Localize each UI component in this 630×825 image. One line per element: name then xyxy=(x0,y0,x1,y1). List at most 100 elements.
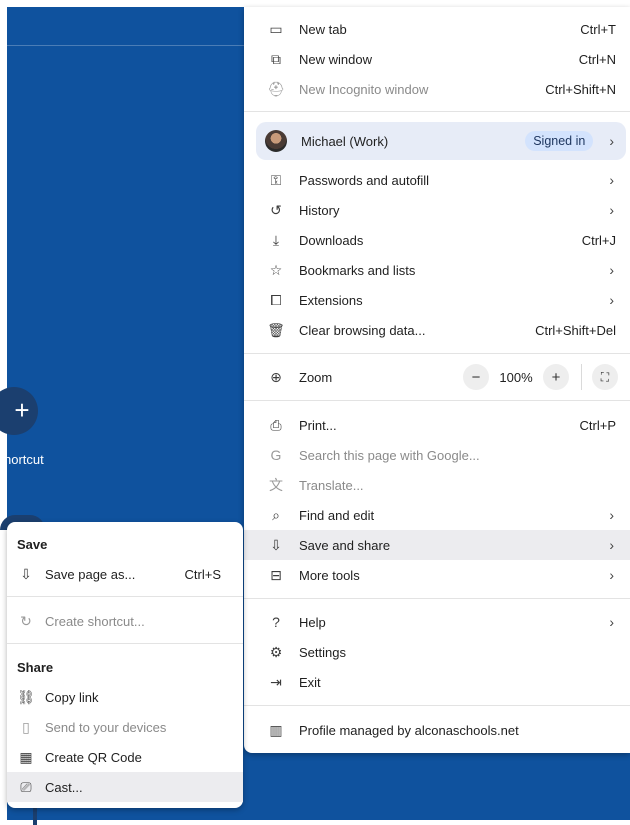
submenu-item-send-to-devices[interactable]: ▯ Send to your devices xyxy=(7,712,243,742)
menu-separator xyxy=(244,353,630,354)
gear-icon: ⚙ xyxy=(269,643,283,660)
menu-item-translate[interactable]: 文 Translate... xyxy=(244,470,630,500)
menu-item-new-tab[interactable]: ▭ New tab Ctrl+T xyxy=(244,14,630,44)
add-shortcut-label: hortcut xyxy=(4,452,44,467)
menu-separator xyxy=(7,596,243,597)
menu-item-label: Clear browsing data... xyxy=(299,322,426,338)
star-icon: ☆ xyxy=(269,261,283,278)
chevron-right-icon: › xyxy=(609,507,614,523)
chevron-right-icon: › xyxy=(609,537,614,553)
background-divider xyxy=(7,45,247,46)
new-tab-icon: ▭ xyxy=(269,20,283,37)
menu-item-managed-profile[interactable]: ▥ Profile managed by alconaschools.net xyxy=(244,715,630,745)
chevron-right-icon: › xyxy=(609,172,614,188)
shortcut-icon: ↻ xyxy=(20,612,32,629)
menu-item-label: Save and share xyxy=(299,537,391,553)
plus-icon: + xyxy=(14,395,30,425)
menu-item-shortcut: Ctrl+S xyxy=(184,566,221,582)
zoom-in-button[interactable]: + xyxy=(543,364,569,390)
menu-item-label: More tools xyxy=(299,567,360,583)
zoom-out-button[interactable]: − xyxy=(463,364,489,390)
menu-item-shortcut: Ctrl+Shift+N xyxy=(545,81,616,97)
menu-item-label: Extensions xyxy=(299,292,363,308)
menu-separator xyxy=(244,705,630,706)
profile-item[interactable]: Michael (Work) Signed in › xyxy=(256,122,626,160)
menu-item-shortcut: Ctrl+P xyxy=(579,417,616,433)
chevron-right-icon: › xyxy=(609,262,614,278)
menu-item-save-and-share[interactable]: ⇩ Save and share › xyxy=(244,530,630,560)
trash-icon: 🗑 xyxy=(267,321,285,338)
menu-item-label: Settings xyxy=(299,644,346,660)
chevron-right-icon: › xyxy=(609,292,614,308)
menu-item-shortcut: Ctrl+T xyxy=(580,21,616,37)
menu-item-label: New tab xyxy=(299,21,347,37)
menu-item-label: History xyxy=(299,202,340,218)
menu-item-print[interactable]: ⎙ Print... Ctrl+P xyxy=(244,410,630,440)
menu-item-more-tools[interactable]: ⊟ More tools › xyxy=(244,560,630,590)
submenu-item-save-page-as[interactable]: ⇩ Save page as... Ctrl+S xyxy=(7,559,243,589)
menu-item-label: Save page as... xyxy=(45,566,136,582)
menu-item-label: Copy link xyxy=(45,689,99,705)
chevron-right-icon: › xyxy=(609,202,614,218)
menu-item-settings[interactable]: ⚙ Settings xyxy=(244,637,630,667)
devices-icon: ▯ xyxy=(22,718,30,735)
menu-item-shortcut: Ctrl+Shift+Del xyxy=(535,322,616,338)
menu-item-label: Search this page with Google... xyxy=(299,447,480,463)
toolbox-icon: ⊟ xyxy=(270,566,282,583)
menu-separator xyxy=(244,400,630,401)
menu-item-help[interactable]: ? Help › xyxy=(244,607,630,637)
menu-item-new-window[interactable]: ⧉ New window Ctrl+N xyxy=(244,44,630,74)
save-and-share-submenu: Save ⇩ Save page as... Ctrl+S ↻ Create s… xyxy=(7,522,243,808)
key-icon: ⚿ xyxy=(270,171,282,188)
translate-icon: 文 xyxy=(269,477,283,493)
menu-item-label: Cast... xyxy=(45,779,83,795)
puzzle-icon: ⧠ xyxy=(270,291,282,308)
building-icon: ▥ xyxy=(269,721,283,738)
zoom-controls: − 100% + ⛶ xyxy=(463,362,618,392)
zoom-icon: ⊕ xyxy=(270,368,282,385)
help-icon: ? xyxy=(272,614,280,630)
menu-item-label: Translate... xyxy=(299,477,364,493)
menu-item-label: Create shortcut... xyxy=(45,613,145,629)
menu-item-label: Create QR Code xyxy=(45,749,142,765)
exit-icon: ⇥ xyxy=(270,673,282,690)
new-window-icon: ⧉ xyxy=(271,50,281,67)
menu-item-clear-browsing-data[interactable]: 🗑 Clear browsing data... Ctrl+Shift+Del xyxy=(244,315,630,345)
menu-item-search-with-google[interactable]: G Search this page with Google... xyxy=(244,440,630,470)
menu-item-history[interactable]: ↺ History › xyxy=(244,195,630,225)
print-icon: ⎙ xyxy=(270,416,282,433)
menu-separator xyxy=(7,643,243,644)
link-icon: ⛓ xyxy=(17,688,35,705)
save-share-icon: ⇩ xyxy=(270,536,282,553)
signed-in-badge: Signed in xyxy=(525,131,594,151)
menu-item-label: Help xyxy=(299,614,326,630)
menu-item-label: Send to your devices xyxy=(45,719,167,735)
submenu-item-create-qr-code[interactable]: ▦ Create QR Code xyxy=(7,742,243,772)
profile-name: Michael (Work) xyxy=(301,133,389,149)
menu-item-label: Print... xyxy=(299,417,337,433)
menu-item-bookmarks[interactable]: ☆ Bookmarks and lists › xyxy=(244,255,630,285)
chevron-right-icon: › xyxy=(609,614,614,630)
submenu-heading-share: Share xyxy=(17,660,54,675)
menu-separator xyxy=(244,598,630,599)
find-icon: ⌕ xyxy=(272,506,280,523)
menu-item-downloads[interactable]: ⤓ Downloads Ctrl+J xyxy=(244,225,630,255)
menu-item-find-and-edit[interactable]: ⌕ Find and edit › xyxy=(244,500,630,530)
submenu-item-create-shortcut[interactable]: ↻ Create shortcut... xyxy=(7,606,243,636)
menu-item-label: New window xyxy=(299,51,372,67)
menu-item-exit[interactable]: ⇥ Exit xyxy=(244,667,630,697)
menu-item-new-incognito-window[interactable]: ⛑ New Incognito window Ctrl+Shift+N xyxy=(244,74,630,104)
menu-separator xyxy=(244,111,630,112)
cast-icon: ⎚ xyxy=(20,778,32,795)
menu-item-passwords[interactable]: ⚿ Passwords and autofill › xyxy=(244,165,630,195)
menu-item-label: Passwords and autofill xyxy=(299,172,430,188)
zoom-level: 100% xyxy=(499,369,533,385)
submenu-item-cast[interactable]: ⎚ Cast... xyxy=(7,772,243,802)
menu-item-label: Bookmarks and lists xyxy=(299,262,416,278)
submenu-item-copy-link[interactable]: ⛓ Copy link xyxy=(7,682,243,712)
submenu-heading-save: Save xyxy=(17,537,48,552)
menu-item-label: Downloads xyxy=(299,232,364,248)
menu-item-extensions[interactable]: ⧠ Extensions › xyxy=(244,285,630,315)
fullscreen-button[interactable]: ⛶ xyxy=(592,364,618,390)
chrome-menu: ▭ New tab Ctrl+T ⧉ New window Ctrl+N ⛑ N… xyxy=(244,7,630,753)
